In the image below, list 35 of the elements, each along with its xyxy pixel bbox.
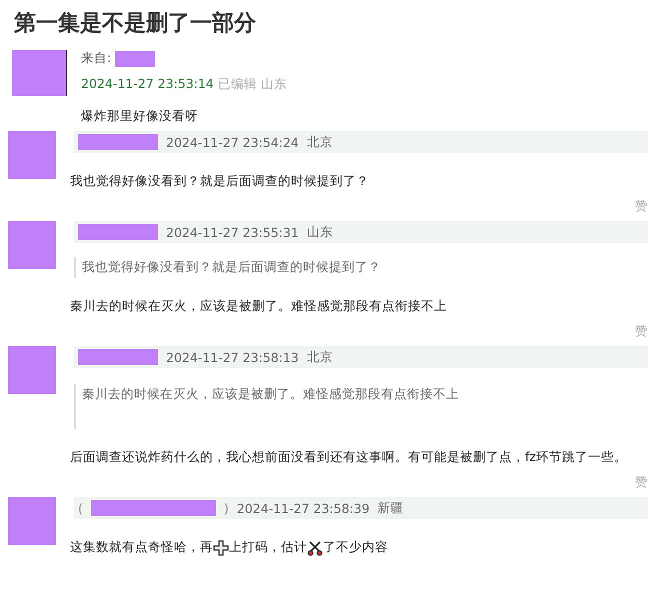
location: 北京: [306, 348, 333, 366]
reply-body: 我也觉得好像没看到？就是后面调查的时候提到了？: [70, 173, 370, 190]
bracket: (: [78, 500, 83, 516]
edited-label: 已编辑: [218, 76, 257, 93]
post-title: 第一集是不是删了一部分: [14, 10, 257, 38]
avatar: [8, 346, 56, 394]
location: 新疆: [378, 500, 404, 516]
reply-time: 2024-11-27 23:55:31: [166, 224, 299, 240]
plus-icon: [213, 540, 229, 556]
avatar: [8, 497, 56, 545]
reply-text: 了不少内容: [323, 539, 388, 556]
avatar: [8, 131, 56, 179]
reply-body: 秦川去的时候在灭火，应该是被删了。难怪感觉那段有点衔接不上: [70, 298, 448, 315]
location: 山东: [306, 224, 333, 240]
reply-time: 2024-11-27 23:54:24: [166, 134, 299, 150]
location: 北京: [306, 134, 333, 150]
reply-text: 这集数就有点奇怪哈，再: [70, 539, 213, 556]
avatar: [8, 221, 56, 269]
avatar: [12, 50, 67, 96]
quoted-text: 秦川去的时候在灭火，应该是被删了。难怪感觉那段有点衔接不上: [74, 384, 648, 429]
like-button[interactable]: 赞: [635, 323, 648, 340]
location: 山东: [260, 76, 287, 93]
scissors-icon: [307, 540, 323, 556]
redaction-mark: [115, 50, 156, 66]
post-body: 爆炸那里好像没看呀: [81, 108, 199, 125]
bracket: ): [224, 500, 229, 516]
reply-time: 2024-11-27 23:58:39: [236, 500, 370, 516]
reply-body: 后面调查还说炸药什么的，我心想前面没看到还有这事啊。有可能是被删了点，fz环节跳了一些。: [70, 449, 628, 466]
reply-text: 上打码，估计: [229, 539, 307, 556]
like-button[interactable]: 赞: [635, 474, 648, 491]
reply-time: 2024-11-27 23:58:13: [166, 350, 299, 364]
like-button[interactable]: 赞: [635, 198, 648, 215]
quoted-text: 我也觉得好像没看到？就是后面调查的时候提到了？: [74, 257, 648, 278]
post-time: 2024-11-27 23:53:14: [81, 76, 214, 93]
from-label: 来自:: [81, 50, 112, 67]
